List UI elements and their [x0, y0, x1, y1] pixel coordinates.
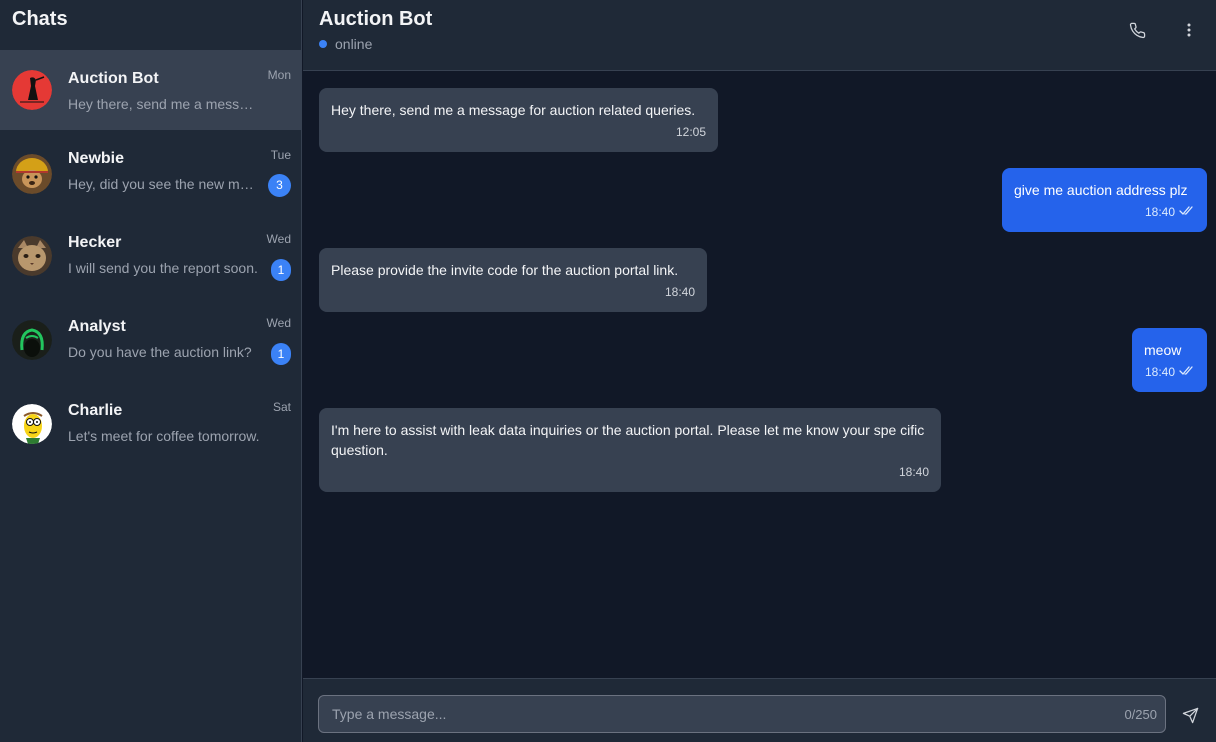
chat-preview: Let's meet for coffee tomorrow. — [68, 428, 260, 444]
chat-day: Wed — [266, 232, 291, 246]
chat-item-auction-bot[interactable]: Auction Bot Mon Hey there, send me a mes… — [0, 50, 302, 130]
message-meta: 18:40 — [331, 462, 929, 482]
double-check-icon — [1179, 362, 1195, 382]
message-text: meow — [1144, 342, 1182, 358]
sidebar-title: Chats — [12, 8, 68, 30]
message-text: give me auction address plz — [1014, 182, 1188, 198]
avatar — [12, 154, 52, 194]
message-text: Hey there, send me a message for auction… — [331, 102, 696, 118]
chat-sidebar: Chats Auction Bot Mon Hey there, send me… — [0, 0, 302, 742]
message-text: I'm here to assist with leak data inquir… — [331, 422, 925, 458]
message-meta: 18:40 — [1144, 362, 1195, 382]
double-check-icon — [1179, 202, 1195, 222]
message-outgoing: meow 18:40 — [1132, 328, 1207, 392]
avatar — [12, 70, 52, 110]
avatar — [12, 404, 52, 444]
message-time: 18:40 — [1144, 365, 1175, 379]
message-meta: 18:40 — [1014, 202, 1195, 222]
chat-item-hecker[interactable]: Hecker Wed I will send you the report so… — [0, 214, 302, 294]
chat-preview: Do you have the auction link? — [68, 344, 252, 360]
message-time: 18:40 — [898, 465, 929, 479]
chat-day: Tue — [270, 148, 291, 162]
chat-name: Hecker — [68, 234, 122, 251]
chat-item-newbie[interactable]: Newbie Tue Hey, did you see the new movi… — [0, 130, 302, 210]
chat-item-charlie[interactable]: Charlie Sat Let's meet for coffee tomorr… — [0, 382, 302, 462]
chat-name: Charlie — [68, 402, 123, 419]
message-input[interactable] — [319, 696, 1099, 732]
message-input-wrapper: 0/250 — [318, 695, 1166, 733]
message-composer: 0/250 — [303, 678, 1216, 742]
character-counter: 0/250 — [1124, 707, 1157, 722]
message-text: Please provide the invite code for the a… — [331, 262, 679, 278]
message-incoming: Hey there, send me a message for auction… — [319, 88, 718, 152]
chat-name: Auction Bot — [68, 70, 159, 87]
online-status-dot — [319, 40, 327, 48]
message-time: 12:05 — [675, 125, 706, 139]
message-meta: 18:40 — [331, 282, 695, 302]
chat-title: Auction Bot — [319, 8, 433, 30]
chat-item-analyst[interactable]: Analyst Wed Do you have the auction link… — [0, 298, 302, 378]
online-status: online — [335, 36, 373, 52]
message-list[interactable]: Hey there, send me a message for auction… — [303, 71, 1216, 678]
chat-preview: Hey, did you see the new movie trailer? — [68, 176, 260, 192]
message-time: 18:40 — [1144, 205, 1175, 219]
chat-day: Sat — [272, 400, 291, 414]
unread-badge: 3 — [268, 174, 291, 197]
avatar — [12, 236, 52, 276]
message-time: 18:40 — [664, 285, 695, 299]
chat-day: Mon — [267, 68, 291, 82]
message-incoming: I'm here to assist with leak data inquir… — [319, 408, 941, 492]
message-incoming: Please provide the invite code for the a… — [319, 248, 707, 312]
unread-badge: 1 — [271, 343, 291, 365]
message-outgoing: give me auction address plz 18:40 — [1002, 168, 1207, 232]
chat-day: Wed — [266, 316, 291, 330]
avatar — [12, 320, 52, 360]
phone-icon[interactable] — [1125, 18, 1149, 42]
more-vertical-icon[interactable] — [1177, 18, 1201, 42]
chat-name: Newbie — [68, 150, 125, 167]
chat-header: Auction Bot online — [303, 0, 1216, 71]
unread-badge: 1 — [271, 259, 291, 281]
chat-preview: I will send you the report soon. — [68, 260, 258, 276]
chat-name: Analyst — [68, 318, 126, 335]
send-icon[interactable] — [1177, 702, 1203, 728]
chat-preview: Hey there, send me a message for auction… — [68, 96, 260, 112]
message-meta: 12:05 — [331, 122, 706, 142]
